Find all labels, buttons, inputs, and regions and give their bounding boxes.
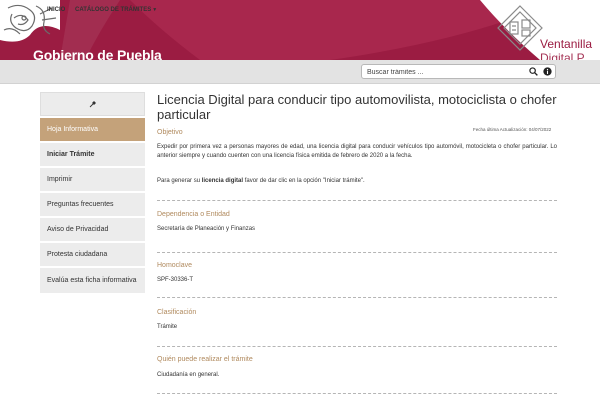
last-update-date: Fecha última Actualización: 04/07/2022: [473, 127, 552, 132]
page-title: Licencia Digital para conducir tipo auto…: [157, 92, 557, 122]
objetivo-text: Expedir por primera vez a personas mayor…: [157, 144, 557, 159]
sidebar-item-aviso-privacidad[interactable]: Aviso de Privacidad: [40, 218, 145, 241]
generar-instruction: Para generar su licencia digital favor d…: [157, 177, 557, 186]
nav-catalogo-label: CATÁLOGO DE TRÁMITES: [75, 7, 152, 13]
section-divider: [157, 200, 557, 201]
clasificacion-value: Trámite: [157, 324, 178, 330]
section-label-homoclave: Homoclave: [157, 262, 193, 269]
section-divider: [157, 297, 557, 298]
brand-subtitle-right: Digital P: [540, 52, 585, 60]
sidebar-item-evalua-ficha[interactable]: Evalúa esta ficha informativa: [40, 268, 145, 293]
nav-catalogo-dropdown[interactable]: CATÁLOGO DE TRÁMITES▼: [75, 7, 157, 13]
sidebar: Hoja Informativa Iniciar Trámite Imprimi…: [40, 92, 145, 295]
sidebar-item-imprimir[interactable]: Imprimir: [40, 168, 145, 191]
search-icon[interactable]: [529, 67, 538, 76]
caret-down-icon: ▼: [152, 7, 158, 13]
sidebar-item-iniciar-tramite[interactable]: Iniciar Trámite: [40, 143, 145, 166]
search-input[interactable]: [367, 66, 517, 78]
main-content: Licencia Digital para conducir tipo auto…: [157, 92, 557, 122]
generar-bold: licencia digital: [201, 178, 244, 184]
section-label-quien: Quién puede realizar el trámite: [157, 356, 253, 363]
section-label-dependencia: Dependencia o Entidad: [157, 211, 230, 218]
info-icon[interactable]: [543, 67, 552, 76]
brand-right-label: Ventanilla: [540, 37, 593, 51]
section-divider: [157, 346, 557, 347]
sidebar-pin-button[interactable]: [40, 92, 145, 116]
search-box: [361, 64, 556, 79]
generar-suffix: favor de dar clic en la opción "Iniciar …: [243, 178, 365, 184]
nav-inicio-link[interactable]: INICIO: [47, 7, 65, 13]
section-divider: [157, 252, 557, 253]
dependencia-value: Secretaría de Planeación y Finanzas: [157, 226, 256, 232]
sidebar-item-hoja-informativa[interactable]: Hoja Informativa: [40, 118, 145, 141]
sidebar-item-protesta-ciudadana[interactable]: Protesta ciudadana: [40, 243, 145, 266]
sidebar-item-preguntas-frecuentes[interactable]: Preguntas frecuentes: [40, 193, 145, 216]
homoclave-value: SPF-30336-T: [157, 277, 194, 283]
brand-right-sub-label: Digital P: [540, 51, 585, 60]
pin-icon: [89, 101, 96, 108]
ventanilla-logo-icon: [497, 5, 543, 51]
section-label-clasificacion: Clasificación: [157, 309, 197, 316]
section-divider: [157, 393, 557, 394]
brand-title-right: Ventanilla: [540, 38, 592, 50]
section-label-objetivo: Objetivo: [157, 129, 183, 136]
brand-title-left: Gobierno de Puebla: [33, 47, 162, 60]
generar-prefix: Para generar su: [157, 178, 202, 184]
quien-value: Ciudadanía en general.: [157, 372, 220, 378]
